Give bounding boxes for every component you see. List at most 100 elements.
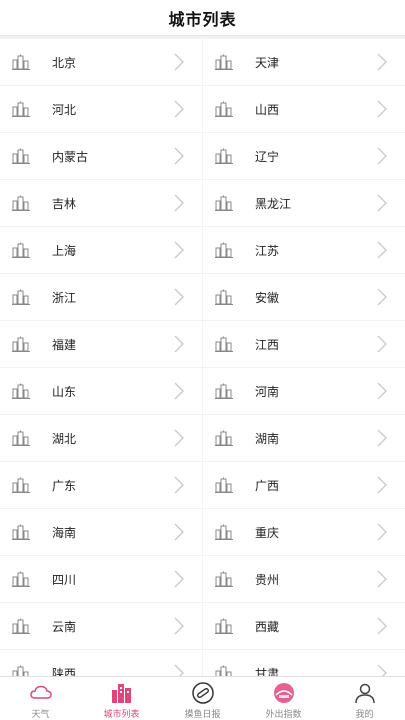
city-row: 内蒙古 辽宁 [0, 133, 405, 180]
city-item[interactable]: 贵州 [203, 556, 405, 602]
city-row: 福建 江西 [0, 321, 405, 368]
city-item[interactable]: 山东 [0, 368, 202, 414]
chevron-right-icon [377, 288, 387, 306]
chevron-right-icon [377, 194, 387, 212]
city-item[interactable]: 广东 [0, 462, 202, 508]
city-buildings-icon [12, 524, 30, 540]
city-name: 辽宁 [255, 149, 280, 164]
chevron-right-icon [174, 664, 184, 676]
city-item[interactable]: 甘肃 [203, 650, 405, 676]
city-item[interactable]: 河北 [0, 86, 202, 132]
city-row: 四川 贵州 [0, 556, 405, 603]
city-item[interactable]: 上海 [0, 227, 202, 273]
city-item[interactable]: 辽宁 [203, 133, 405, 179]
city-name: 湖北 [52, 431, 77, 446]
chevron-right-icon [377, 335, 387, 353]
city-buildings-icon [12, 665, 29, 676]
city-buildings-icon [12, 336, 30, 352]
city-buildings-icon [12, 101, 30, 117]
city-item[interactable]: 四川 [0, 556, 202, 602]
city-item[interactable]: 吉林 [0, 180, 202, 226]
city-item[interactable]: 山西 [203, 86, 405, 132]
tab-label: 天气 [31, 710, 50, 720]
city-item[interactable]: 海南 [0, 509, 202, 555]
city-buildings-icon [12, 571, 30, 587]
chevron-right-icon [174, 382, 184, 400]
city-row: 上海 江苏 [0, 227, 405, 274]
tab-city-list[interactable]: 城市列表 [81, 677, 162, 720]
city-item[interactable]: 广西 [203, 462, 405, 508]
city-item[interactable]: 西藏 [203, 603, 405, 649]
city-row: 河北 山西 [0, 86, 405, 133]
city-item[interactable]: 江苏 [203, 227, 405, 273]
city-buildings-icon [215, 289, 233, 305]
chevron-right-icon [174, 194, 184, 212]
city-buildings-icon [12, 477, 30, 493]
city-buildings-icon [215, 665, 232, 676]
chevron-right-icon [174, 429, 184, 447]
city-buildings-icon [215, 101, 233, 117]
tab-label: 外出指数 [265, 710, 302, 720]
tab-daily-report[interactable]: 摸鱼日报 [162, 677, 243, 720]
city-item[interactable]: 内蒙古 [0, 133, 202, 179]
chevron-right-icon [377, 429, 387, 447]
city-row: 山东 河南 [0, 368, 405, 415]
cloud-icon [29, 685, 52, 699]
city-buildings-icon [12, 54, 30, 70]
city-name: 内蒙古 [52, 149, 89, 164]
city-name: 河北 [52, 102, 77, 117]
city-name: 湖南 [255, 431, 280, 446]
city-buildings-icon [12, 383, 30, 399]
city-row: 湖北 湖南 [0, 415, 405, 462]
city-name: 广西 [255, 478, 280, 493]
chevron-right-icon [174, 476, 184, 494]
city-item[interactable]: 河南 [203, 368, 405, 414]
tab-mine[interactable]: 我的 [324, 677, 405, 720]
city-name: 吉林 [52, 196, 77, 211]
city-row: 浙江 安徽 [0, 274, 405, 321]
tab-label: 摸鱼日报 [184, 710, 221, 720]
city-item[interactable]: 陕西 [0, 650, 202, 676]
city-item[interactable]: 重庆 [203, 509, 405, 555]
tab-weather[interactable]: 天气 [0, 677, 81, 720]
city-name: 重庆 [255, 525, 280, 540]
city-buildings-icon [12, 148, 30, 164]
city-item[interactable]: 安徽 [203, 274, 405, 320]
chevron-right-icon [377, 100, 387, 118]
city-item[interactable]: 北京 [0, 39, 202, 85]
city-name: 北京 [52, 55, 77, 70]
city-name: 浙江 [52, 290, 77, 305]
city-name: 陕西 [52, 666, 77, 677]
city-item[interactable]: 天津 [203, 39, 405, 85]
chevron-right-icon [377, 570, 387, 588]
tab-outing-index[interactable]: 外出指数 [243, 677, 324, 720]
outing-dome-icon [273, 683, 294, 703]
city-row: 北京 天津 [0, 39, 405, 86]
city-name: 山东 [52, 384, 77, 399]
city-item[interactable]: 云南 [0, 603, 202, 649]
city-name: 贵州 [255, 572, 280, 587]
city-item[interactable]: 黑龙江 [203, 180, 405, 226]
city-item[interactable]: 浙江 [0, 274, 202, 320]
tab-label: 城市列表 [103, 710, 140, 720]
city-buildings-icon [215, 524, 233, 540]
chevron-right-icon [174, 100, 184, 118]
chevron-right-icon [174, 53, 184, 71]
chevron-right-icon [174, 241, 184, 259]
city-row: 广东 广西 [0, 462, 405, 509]
city-item[interactable]: 湖北 [0, 415, 202, 461]
city-item[interactable]: 福建 [0, 321, 202, 367]
chevron-right-icon [174, 147, 184, 165]
city-list[interactable]: 北京 天津河北 山西内蒙古 辽宁吉林 黑龙江 上海 江苏浙江 安徽福建 江西山东 河南湖北 湖南广东… [0, 39, 405, 676]
city-name: 海南 [52, 525, 77, 540]
city-buildings-icon [215, 195, 233, 211]
city-name: 广东 [52, 478, 77, 493]
city-item[interactable]: 江西 [203, 321, 405, 367]
city-name: 山西 [255, 102, 280, 117]
city-name: 云南 [52, 619, 77, 634]
city-item[interactable]: 湖南 [203, 415, 405, 461]
chevron-right-icon [174, 288, 184, 306]
city-buildings-icon [215, 54, 233, 70]
city-name: 安徽 [255, 290, 280, 305]
chevron-right-icon [377, 53, 387, 71]
